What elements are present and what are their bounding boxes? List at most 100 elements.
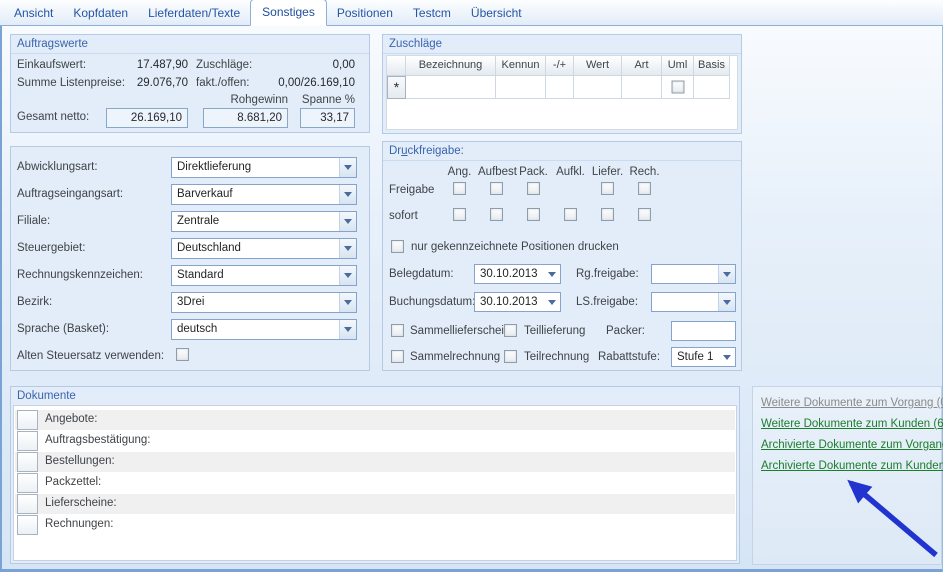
filiale-value: Zentrale <box>172 212 339 231</box>
sofort-rech-checkbox[interactable] <box>638 208 651 221</box>
chevron-down-icon[interactable] <box>339 320 356 339</box>
rechnungskennzeichen-select[interactable]: Standard <box>171 265 357 286</box>
chevron-down-icon[interactable] <box>718 348 735 366</box>
freigabe-rech-checkbox[interactable] <box>638 182 651 195</box>
document-links-panel: Weitere Dokumente zum Vorgang (0) Weiter… <box>752 386 942 565</box>
lieferscheine-row-cell[interactable] <box>17 494 38 514</box>
dokumente-list: Angebote: Auftragsbestätigung: Bestellun… <box>13 405 737 561</box>
rabattstufe-select[interactable]: Stufe 1 <box>671 347 736 367</box>
col-kennun: Kennun <box>496 56 546 76</box>
freigabe-aufbest-checkbox[interactable] <box>490 182 503 195</box>
belegdatum-label: Belegdatum: <box>389 268 454 280</box>
packer-input[interactable] <box>671 321 736 341</box>
zuschlaege-value: 0,00 <box>261 59 355 71</box>
summe-listenpreise-label: Summe Listenpreise: <box>17 77 125 89</box>
rg-freigabe-value <box>652 265 718 283</box>
tab-positionen[interactable]: Positionen <box>327 1 403 25</box>
new-row-marker[interactable]: * <box>387 76 406 99</box>
uml-checkbox[interactable] <box>671 81 684 94</box>
freigabe-ang-checkbox[interactable] <box>453 182 466 195</box>
sammelrechnung-label: Sammelrechnung <box>410 351 500 363</box>
chevron-down-icon[interactable] <box>339 266 356 285</box>
chevron-down-icon[interactable] <box>718 265 735 283</box>
order-form-panel: Abwicklungsart: Direktlieferung Auftrags… <box>10 146 370 371</box>
abwicklungsart-select[interactable]: Direktlieferung <box>171 157 357 178</box>
druckfreigabe-title: Druckfreigabe: <box>383 142 741 161</box>
sammelrechnung-checkbox[interactable] <box>391 350 404 363</box>
fakt-offen-value: 0,00/26.169,10 <box>261 77 355 89</box>
rechnungskennzeichen-label: Rechnungskennzeichen: <box>17 269 143 281</box>
gesamt-netto-value: 26.169,10 <box>106 108 188 128</box>
buchungsdatum-datepicker[interactable]: 30.10.2013 <box>474 292 561 312</box>
filiale-label: Filiale: <box>17 215 50 227</box>
freigabe-liefer-checkbox[interactable] <box>601 182 614 195</box>
zuschlaege-new-row: * <box>387 76 737 99</box>
sofort-aufbest-checkbox[interactable] <box>490 208 503 221</box>
sprache-basket-select[interactable]: deutsch <box>171 319 357 340</box>
cell-kennun[interactable] <box>496 76 546 99</box>
chevron-down-icon[interactable] <box>339 158 356 177</box>
angebote-row-cell[interactable] <box>17 410 38 430</box>
weitere-dokumente-kunden-link[interactable]: Weitere Dokumente zum Kunden (6) <box>761 418 943 430</box>
steuergebiet-select[interactable]: Deutschland <box>171 238 357 259</box>
cell-bezeichnung[interactable] <box>406 76 496 99</box>
auftragseingangsart-label: Auftragseingangsart: <box>17 188 123 200</box>
cell-basis[interactable] <box>694 76 730 99</box>
sofort-pack-checkbox[interactable] <box>527 208 540 221</box>
cell-art[interactable] <box>622 76 662 99</box>
zuschlaege-table: Bezeichnung Kennun -/+ Wert Art Uml Basi… <box>386 55 738 130</box>
row-stripe <box>15 452 735 472</box>
tab-bar: Ansicht Kopfdaten Lieferdaten/Texte Sons… <box>0 0 943 26</box>
bezirk-select[interactable]: 3Drei <box>171 292 357 313</box>
rg-freigabe-select[interactable] <box>651 264 736 284</box>
angebote-label: Angebote: <box>45 410 97 425</box>
packzettel-row-cell[interactable] <box>17 473 38 493</box>
chevron-down-icon[interactable] <box>543 293 560 311</box>
sammellieferschein-checkbox[interactable] <box>391 324 404 337</box>
auftragseingangsart-select[interactable]: Barverkauf <box>171 184 357 205</box>
bestellungen-label: Bestellungen: <box>45 452 115 467</box>
teilrechnung-checkbox[interactable] <box>504 350 517 363</box>
freigabe-pack-checkbox[interactable] <box>527 182 540 195</box>
sofort-ang-checkbox[interactable] <box>453 208 466 221</box>
chevron-down-icon[interactable] <box>339 293 356 312</box>
sofort-aufkl-checkbox[interactable] <box>564 208 577 221</box>
dokumente-title: Dokumente <box>11 387 739 403</box>
rechnungskennzeichen-value: Standard <box>172 266 339 285</box>
weitere-dokumente-vorgang-link[interactable]: Weitere Dokumente zum Vorgang (0) <box>761 397 943 409</box>
chevron-down-icon[interactable] <box>339 185 356 204</box>
tab-testcm[interactable]: Testcm <box>403 1 461 25</box>
only-marked-positions-checkbox[interactable] <box>391 240 404 253</box>
col-basis: Basis <box>694 56 730 76</box>
filiale-select[interactable]: Zentrale <box>171 211 357 232</box>
alten-steuersatz-checkbox[interactable] <box>176 348 189 361</box>
abwicklungsart-label: Abwicklungsart: <box>17 161 98 173</box>
ls-freigabe-select[interactable] <box>651 292 736 312</box>
cell-plusminus[interactable] <box>546 76 574 99</box>
tab-lieferdaten-texte[interactable]: Lieferdaten/Texte <box>138 1 250 25</box>
sofort-checkbox-row <box>441 208 663 221</box>
bestellungen-row-cell[interactable] <box>17 452 38 472</box>
chevron-down-icon[interactable] <box>718 293 735 311</box>
chevron-down-icon[interactable] <box>339 239 356 258</box>
tab-ansicht[interactable]: Ansicht <box>4 1 63 25</box>
chevron-down-icon[interactable] <box>543 265 560 283</box>
auftragsbestaetigung-label: Auftragsbestätigung: <box>45 431 151 446</box>
steuergebiet-label: Steuergebiet: <box>17 242 85 254</box>
row-stripe <box>15 410 735 430</box>
tab-kopfdaten[interactable]: Kopfdaten <box>63 1 138 25</box>
auftragsbestaetigung-row-cell[interactable] <box>17 431 38 451</box>
teillieferung-checkbox[interactable] <box>504 324 517 337</box>
tab-sonstiges[interactable]: Sonstiges <box>250 0 327 26</box>
bezirk-label: Bezirk: <box>17 296 52 308</box>
sofort-liefer-checkbox[interactable] <box>601 208 614 221</box>
cell-uml <box>662 76 694 99</box>
chevron-down-icon[interactable] <box>339 212 356 231</box>
belegdatum-datepicker[interactable]: 30.10.2013 <box>474 264 561 284</box>
archivierte-dokumente-kunden-link[interactable]: Archivierte Dokumente zum Kunden <box>761 460 943 472</box>
rechnungen-row-cell[interactable] <box>17 515 38 535</box>
druckfreigabe-panel: Druckfreigabe: Ang. Aufbest Pack. Aufkl.… <box>382 141 742 371</box>
archivierte-dokumente-vorgang-link[interactable]: Archivierte Dokumente zum Vorgang <box>761 439 943 451</box>
cell-wert[interactable] <box>574 76 622 99</box>
tab-uebersicht[interactable]: Übersicht <box>461 1 532 25</box>
